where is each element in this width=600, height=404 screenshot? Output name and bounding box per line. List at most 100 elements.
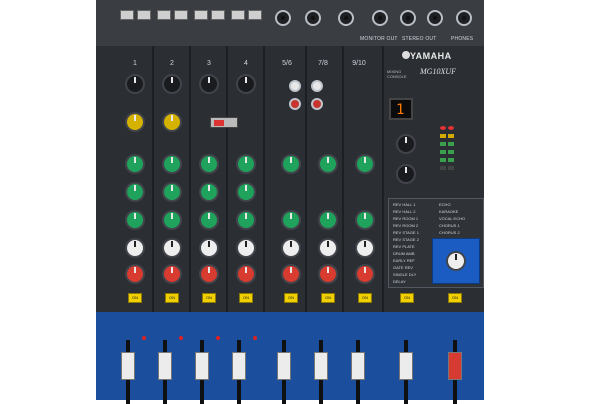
fx-program-item: REV STAGE 1 (393, 230, 419, 235)
ch2-pan-knob[interactable] (164, 266, 180, 282)
ch1-eq-high-knob[interactable] (127, 156, 143, 172)
ch3-fader[interactable] (195, 352, 209, 380)
input-jack-7-8-l[interactable] (305, 10, 321, 26)
ch2-on-button[interactable]: ON (165, 293, 179, 303)
on-label: ON (404, 295, 410, 300)
monitor-out-jack[interactable] (372, 10, 388, 26)
ch9-10-on-button[interactable]: ON (358, 293, 372, 303)
ch7-8-fx-send-knob[interactable] (320, 240, 336, 256)
ch1-fader[interactable] (121, 352, 135, 380)
ch2-eq-mid-knob[interactable] (164, 184, 180, 200)
stereo-out-l-jack[interactable] (400, 10, 416, 26)
ch4-peak-led (253, 336, 257, 340)
ch4-fader[interactable] (232, 352, 246, 380)
input-jack-5-6-l[interactable] (275, 10, 291, 26)
fx-return-fader[interactable] (399, 352, 413, 380)
ch3-pan-knob[interactable] (201, 266, 217, 282)
fx-parameter-knob[interactable] (398, 166, 414, 182)
ch4-eq-mid-knob[interactable] (238, 184, 254, 200)
ch4-eq-low-knob[interactable] (238, 212, 254, 228)
ch4-on-button[interactable]: ON (239, 293, 253, 303)
ch7-8-fader[interactable] (314, 352, 328, 380)
switch-knob (214, 120, 224, 126)
meter-led (440, 126, 446, 130)
on-label: ON (288, 295, 294, 300)
strip-divider (226, 46, 228, 312)
ch1-fx-send-knob[interactable] (127, 240, 143, 256)
ch3-eq-high-knob[interactable] (201, 156, 217, 172)
ch3-fx-send-knob[interactable] (201, 240, 217, 256)
ch9-10-eq-low-knob[interactable] (357, 212, 373, 228)
ch5-6-eq-low-knob[interactable] (283, 212, 299, 228)
ch1-pad-button[interactable] (120, 10, 134, 20)
ch2-fader[interactable] (158, 352, 172, 380)
ch9-10-bal-knob[interactable] (357, 266, 373, 282)
phones-jack[interactable] (456, 10, 472, 26)
meter-led (440, 166, 446, 170)
ch1-pan-knob[interactable] (127, 266, 143, 282)
strip-divider (152, 46, 154, 312)
ch5-6-bal-knob[interactable] (283, 266, 299, 282)
ch2-fx-send-knob[interactable] (164, 240, 180, 256)
rca-input-white[interactable] (311, 80, 323, 92)
ch2-eq-high-knob[interactable] (164, 156, 180, 172)
ch1-on-button[interactable]: ON (128, 293, 142, 303)
ch4-fx-send-knob[interactable] (238, 240, 254, 256)
ch7-8-eq-low-knob[interactable] (320, 212, 336, 228)
ch5-6-fx-send-knob[interactable] (283, 240, 299, 256)
ch7-8-eq-high-knob[interactable] (320, 156, 336, 172)
meter-led (448, 126, 454, 130)
input-jack-9-10-l[interactable] (338, 10, 354, 26)
ch4-gain-knob[interactable] (238, 76, 254, 92)
channel-number-7-8: 7/8 (318, 60, 328, 67)
ch5-6-on-button[interactable]: ON (284, 293, 298, 303)
stereo-out-r-jack[interactable] (427, 10, 443, 26)
ch3-eq-low-knob[interactable] (201, 212, 217, 228)
ch3-gain-knob[interactable] (201, 76, 217, 92)
meter-led (448, 150, 454, 154)
ch3-pad-button[interactable] (194, 10, 208, 20)
ch1-eq-mid-knob[interactable] (127, 184, 143, 200)
ch9-10-fader[interactable] (351, 352, 365, 380)
ch1-gain-knob[interactable] (127, 76, 143, 92)
monitor-out-label: MONITOR OUT (360, 36, 398, 42)
ch4-eq-high-knob[interactable] (238, 156, 254, 172)
meter-led (448, 142, 454, 146)
rca-input-red[interactable] (289, 98, 301, 110)
ch4-pan-knob[interactable] (238, 266, 254, 282)
stereo-master-fader[interactable] (448, 352, 462, 380)
phones-level-knob[interactable] (448, 253, 464, 269)
channel-number-3: 3 (207, 60, 211, 67)
stereo-on-button[interactable]: ON (448, 293, 462, 303)
ch3-hpf-button[interactable] (211, 10, 225, 20)
phantom-power-switch[interactable] (210, 117, 238, 128)
ch7-8-bal-knob[interactable] (320, 266, 336, 282)
phones-label: PHONES (451, 36, 474, 42)
ch3-on-button[interactable]: ON (202, 293, 216, 303)
rca-input-white[interactable] (289, 80, 301, 92)
ch7-8-on-button[interactable]: ON (321, 293, 335, 303)
ch2-eq-low-knob[interactable] (164, 212, 180, 228)
ch2-hpf-button[interactable] (174, 10, 188, 20)
ch5-6-eq-high-knob[interactable] (283, 156, 299, 172)
ch2-pad-button[interactable] (157, 10, 171, 20)
ch5-6-fader[interactable] (277, 352, 291, 380)
on-label: ON (362, 295, 368, 300)
rca-input-red[interactable] (311, 98, 323, 110)
ch9-10-eq-high-knob[interactable] (357, 156, 373, 172)
ch3-eq-mid-knob[interactable] (201, 184, 217, 200)
ch4-hpf-button[interactable] (248, 10, 262, 20)
ch9-10-fx-send-knob[interactable] (357, 240, 373, 256)
ch2-gain-knob[interactable] (164, 76, 180, 92)
fx-program-knob[interactable] (398, 136, 414, 152)
meter-led (440, 142, 446, 146)
ch1-hpf-button[interactable] (137, 10, 151, 20)
meter-led (448, 158, 454, 162)
ch4-pad-button[interactable] (231, 10, 245, 20)
ch1-comp-knob[interactable] (127, 114, 143, 130)
meter-led (440, 158, 446, 162)
fx-on-button[interactable]: ON (400, 293, 414, 303)
ch1-eq-low-knob[interactable] (127, 212, 143, 228)
channel-number-2: 2 (170, 60, 174, 67)
ch2-comp-knob[interactable] (164, 114, 180, 130)
